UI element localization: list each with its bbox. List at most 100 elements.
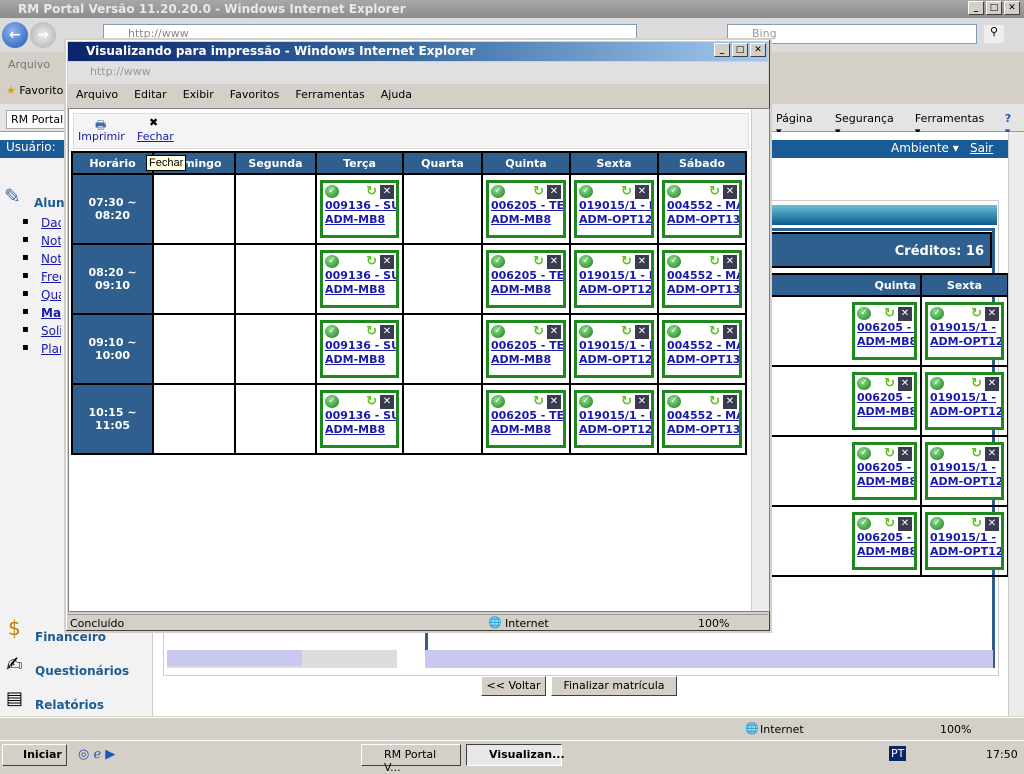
left-horizontal-scrollbar[interactable] (167, 650, 397, 668)
search-icon[interactable]: ⚲ (984, 25, 1004, 43)
check-icon[interactable]: ✓ (325, 185, 339, 198)
class-link[interactable]: 004552 - MAR (667, 199, 739, 213)
minimize-button[interactable]: _ (968, 1, 984, 15)
swap-icon[interactable]: ↻ (884, 306, 895, 321)
sidebar-relatorios[interactable]: Relatórios (35, 698, 104, 712)
remove-icon[interactable]: ✕ (547, 325, 561, 339)
forward-button[interactable]: → (30, 22, 56, 48)
remove-icon[interactable]: ✕ (985, 447, 999, 461)
task-rm-portal[interactable]: RM Portal V... (361, 744, 461, 774)
class-group-link[interactable]: ADM-MB8 (325, 283, 396, 297)
class-link[interactable]: 009136 - SUST (325, 409, 396, 423)
logout-link[interactable]: Sair (970, 141, 993, 155)
class-link[interactable]: 006205 - TECN (491, 269, 563, 283)
remove-icon[interactable]: ✕ (547, 255, 561, 269)
menu-item[interactable]: Ajuda (373, 88, 420, 101)
swap-icon[interactable]: ↻ (366, 184, 377, 199)
remove-icon[interactable]: ✕ (380, 395, 394, 409)
class-link[interactable]: 004552 - MAR (667, 339, 739, 353)
remove-icon[interactable]: ✕ (898, 307, 912, 321)
class-link[interactable]: 006205 - T (857, 391, 914, 405)
swap-icon[interactable]: ↻ (533, 394, 544, 409)
check-icon[interactable]: ✓ (325, 325, 339, 338)
class-link[interactable]: 019015/1 - ELA (579, 339, 651, 353)
class-group-link[interactable]: ADM-OPT13M (667, 353, 739, 367)
check-icon[interactable]: ✓ (491, 395, 505, 408)
menu-arquivo[interactable]: Arquivo (0, 58, 58, 71)
class-group-link[interactable]: ADM-OPT12 (930, 475, 1001, 489)
swap-icon[interactable]: ↻ (884, 376, 895, 391)
class-link[interactable]: 019015/1 - ELA (579, 409, 651, 423)
horizontal-scrollbar[interactable] (425, 650, 993, 668)
swap-icon[interactable]: ↻ (366, 324, 377, 339)
check-icon[interactable]: ✓ (667, 395, 681, 408)
class-link[interactable]: 006205 - TECN (491, 199, 563, 213)
sidebar-questionarios[interactable]: Questionários (35, 664, 129, 678)
language-indicator[interactable]: PT (889, 746, 907, 761)
class-link[interactable]: 019015/1 - (930, 391, 1001, 405)
sidebar-link[interactable]: Frequência (41, 270, 61, 284)
swap-icon[interactable]: ↻ (709, 254, 720, 269)
check-icon[interactable]: ✓ (667, 185, 681, 198)
menu-item[interactable]: Favoritos (222, 88, 288, 101)
class-group-link[interactable]: ADM-MB8 (857, 405, 914, 419)
class-group-link[interactable]: ADM-OPT12M (579, 353, 651, 367)
check-icon[interactable]: ✓ (857, 517, 871, 530)
check-icon[interactable]: ✓ (857, 447, 871, 460)
remove-icon[interactable]: ✕ (723, 325, 737, 339)
remove-icon[interactable]: ✕ (723, 255, 737, 269)
remove-icon[interactable]: ✕ (985, 377, 999, 391)
remove-icon[interactable]: ✕ (380, 325, 394, 339)
check-icon[interactable]: ✓ (491, 325, 505, 338)
swap-icon[interactable]: ↻ (709, 184, 720, 199)
check-icon[interactable]: ✓ (579, 255, 593, 268)
swap-icon[interactable]: ↻ (621, 254, 632, 269)
remove-icon[interactable]: ✕ (547, 185, 561, 199)
back-nav-button[interactable]: << Voltar (481, 676, 546, 696)
class-link[interactable]: 019015/1 - (930, 321, 1001, 335)
menu-item[interactable]: Ferramentas (287, 88, 372, 101)
swap-icon[interactable]: ↻ (533, 324, 544, 339)
class-link[interactable]: 009136 - SUST (325, 199, 396, 213)
swap-icon[interactable]: ↻ (971, 446, 982, 461)
swap-icon[interactable]: ↻ (621, 324, 632, 339)
swap-icon[interactable]: ↻ (884, 516, 895, 531)
quicklaunch-icons[interactable]: ◎ ℯ ▶ (78, 747, 115, 762)
class-link[interactable]: 019015/1 - (930, 461, 1001, 475)
check-icon[interactable]: ✓ (857, 307, 871, 320)
task-visualizando[interactable]: Visualizan... (466, 744, 565, 766)
class-link[interactable]: 004552 - MAR (667, 409, 739, 423)
page-scrollbar[interactable] (1008, 132, 1024, 716)
swap-icon[interactable]: ↻ (884, 446, 895, 461)
check-icon[interactable]: ✓ (325, 255, 339, 268)
class-group-link[interactable]: ADM-MB8 (857, 335, 914, 349)
check-icon[interactable]: ✓ (930, 447, 944, 460)
check-icon[interactable]: ✓ (579, 325, 593, 338)
swap-icon[interactable]: ↻ (533, 254, 544, 269)
check-icon[interactable]: ✓ (579, 395, 593, 408)
class-group-link[interactable]: ADM-MB8 (491, 213, 563, 227)
check-icon[interactable]: ✓ (857, 377, 871, 390)
class-group-link[interactable]: ADM-OPT13M (667, 423, 739, 437)
class-group-link[interactable]: ADM-OPT12M (579, 283, 651, 297)
swap-icon[interactable]: ↻ (533, 184, 544, 199)
swap-icon[interactable]: ↻ (366, 254, 377, 269)
class-group-link[interactable]: ADM-OPT12 (930, 545, 1001, 559)
check-icon[interactable]: ✓ (667, 325, 681, 338)
class-group-link[interactable]: ADM-OPT12 (930, 405, 1001, 419)
class-link[interactable]: 009136 - SUST (325, 269, 396, 283)
check-icon[interactable]: ✓ (930, 377, 944, 390)
sidebar-link[interactable]: Quadro (41, 288, 61, 302)
class-group-link[interactable]: ADM-MB8 (491, 353, 563, 367)
popup-scrollbar[interactable] (751, 109, 769, 611)
swap-icon[interactable]: ↻ (709, 324, 720, 339)
swap-icon[interactable]: ↻ (971, 516, 982, 531)
class-link[interactable]: 006205 - T (857, 531, 914, 545)
remove-icon[interactable]: ✕ (635, 395, 649, 409)
class-group-link[interactable]: ADM-MB8 (491, 283, 563, 297)
class-link[interactable]: 019015/1 - (930, 531, 1001, 545)
zoom-level[interactable]: 100% (940, 723, 971, 736)
class-group-link[interactable]: ADM-MB8 (491, 423, 563, 437)
popup-close-button[interactable]: ✕ (750, 43, 766, 57)
sidebar-link[interactable]: Notas (41, 252, 61, 266)
